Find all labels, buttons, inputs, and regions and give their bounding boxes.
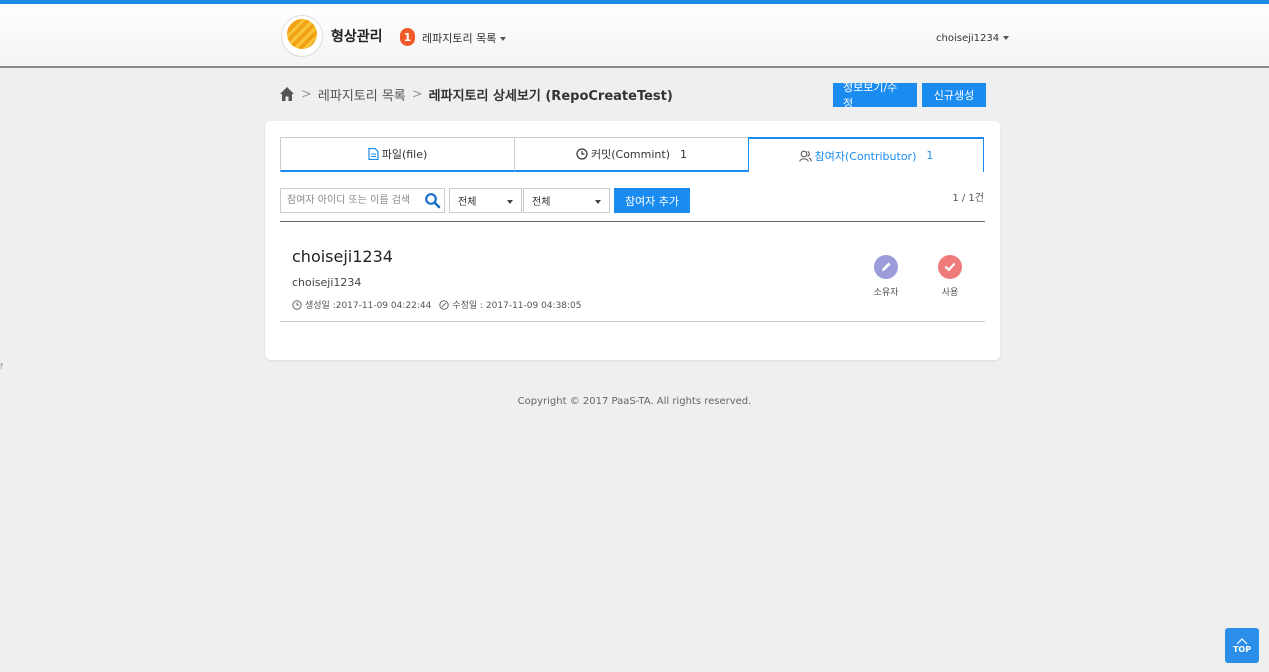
edit-clock-icon xyxy=(439,299,450,310)
contributor-id: choiseji1234 xyxy=(292,276,362,289)
owner-label: 소유자 xyxy=(873,288,899,298)
search-input[interactable] xyxy=(281,189,421,212)
breadcrumb-repo-list[interactable]: 레파지토리 목록 xyxy=(318,85,406,104)
tab-file[interactable]: 파일(file) xyxy=(280,137,515,172)
filter-select-2-value: 전체 xyxy=(532,197,551,208)
result-count: 1 / 1건 xyxy=(952,193,984,204)
chevron-down-icon xyxy=(595,200,601,204)
list-item: choiseji1234 choiseji1234 생성일 :2017-11-0… xyxy=(280,222,985,322)
copyright: Copyright © 2017 PaaS-TA. All rights res… xyxy=(517,396,752,407)
tab-contributor[interactable]: 참여자(Contributor) 1 xyxy=(748,137,984,172)
tab-file-label: 파일(file) xyxy=(381,148,428,161)
create-new-button[interactable]: 신규생성 xyxy=(922,83,986,107)
home-icon[interactable] xyxy=(279,86,295,102)
chevron-up-icon xyxy=(1236,638,1248,645)
repo-detail-card: 파일(file) 커밋(Commint) 1 참여자(Contributor) … xyxy=(265,121,1000,360)
tab-contributor-count: 1 xyxy=(926,149,934,162)
breadcrumb-separator: > xyxy=(411,86,423,102)
modified-date: 수정일 : 2017-11-09 04:38:05 xyxy=(452,301,582,311)
filter-select-2[interactable]: 전체 xyxy=(523,188,610,213)
repo-list-menu[interactable]: 레파지토리 목록 xyxy=(422,30,507,46)
users-icon xyxy=(798,150,812,162)
clock-icon xyxy=(576,148,588,160)
tab-commit-count: 1 xyxy=(680,147,687,161)
pencil-icon[interactable] xyxy=(874,255,898,279)
tab-commit-label: 커밋(Commint) xyxy=(590,148,670,161)
scroll-top-button[interactable]: TOP xyxy=(1225,628,1259,663)
check-icon[interactable] xyxy=(938,255,962,279)
filter-select-1[interactable]: 전체 xyxy=(449,188,522,213)
brand-title[interactable]: 형상관리 xyxy=(331,26,383,46)
top-label: TOP xyxy=(1232,645,1252,654)
tab-bar: 파일(file) 커밋(Commint) 1 참여자(Contributor) … xyxy=(280,137,984,172)
logo-mark xyxy=(287,19,317,49)
breadcrumb-current: 레파지토리 상세보기 (RepoCreateTest) xyxy=(428,88,673,104)
app-header: 형상관리 1 레파지토리 목록 choiseji1234 xyxy=(0,4,1269,68)
chevron-down-icon xyxy=(1003,36,1010,40)
owner-role: 소유자 xyxy=(866,255,906,298)
use-label: 사용 xyxy=(941,288,959,298)
chevron-down-icon xyxy=(507,200,513,204)
breadcrumb: > 레파지토리 목록 > 레파지토리 상세보기 (RepoCreateTest) xyxy=(279,84,673,104)
search-icon[interactable] xyxy=(424,192,441,209)
created-date: 생성일 :2017-11-09 04:22:44 xyxy=(305,301,432,311)
use-role: 사용 xyxy=(930,255,970,298)
add-contributor-button[interactable]: 참여자 추가 xyxy=(614,188,690,213)
logo[interactable] xyxy=(281,15,323,57)
user-name: choiseji1234 xyxy=(936,33,1000,44)
contributor-dates: 생성일 :2017-11-09 04:22:44 수정일 : 2017-11-0… xyxy=(292,298,582,311)
file-icon xyxy=(368,148,379,160)
nav-badge: 1 xyxy=(400,28,415,46)
side-mark: f xyxy=(0,362,3,371)
user-menu[interactable]: choiseji1234 xyxy=(936,33,1010,44)
contributor-search xyxy=(280,188,445,213)
tab-contributor-label: 참여자(Contributor) xyxy=(814,149,917,163)
contributor-name: choiseji1234 xyxy=(292,247,393,266)
chevron-down-icon xyxy=(500,37,507,41)
tab-commit[interactable]: 커밋(Commint) 1 xyxy=(514,137,749,172)
clock-icon xyxy=(292,299,302,310)
repo-list-menu-label: 레파지토리 목록 xyxy=(422,32,497,45)
info-edit-button[interactable]: 정보보기/수정 xyxy=(833,81,917,110)
breadcrumb-separator: > xyxy=(301,86,312,102)
filter-select-1-value: 전체 xyxy=(458,197,477,208)
